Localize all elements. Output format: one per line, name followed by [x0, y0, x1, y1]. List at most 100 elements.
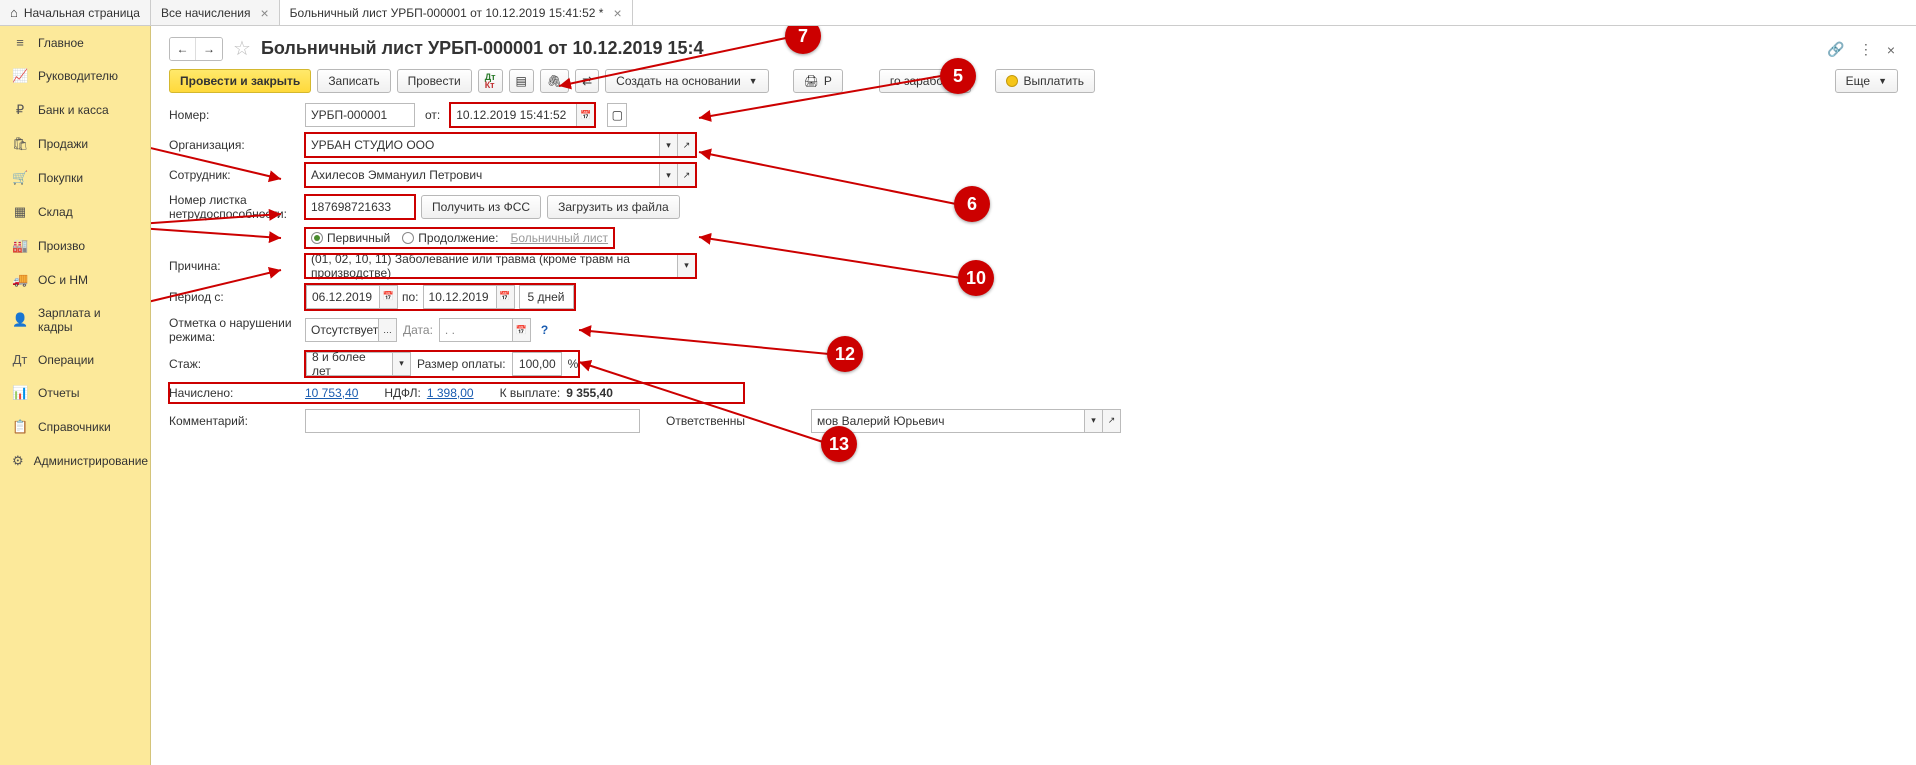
sidebar-item-admin[interactable]: ⚙Администрирование	[0, 444, 150, 478]
grid-icon: ▦	[12, 204, 28, 220]
tab-all-accruals[interactable]: Все начисления ×	[151, 0, 280, 25]
period-to-field[interactable]: 10.12.2019📅	[423, 285, 515, 309]
sidebar-item-manager[interactable]: 📈 Руководителю	[0, 59, 150, 93]
reason-label: Причина:	[169, 259, 299, 273]
employee-field[interactable]: Ахилесов Эммануил Петрович ▾ ↗	[305, 163, 696, 187]
chart-icon: 📈	[12, 68, 28, 84]
value: . .	[440, 319, 512, 341]
create-based-on-button[interactable]: Создать на основании▼	[605, 69, 768, 93]
attachment-button[interactable]: 🖇	[540, 69, 569, 93]
sidebar-item-label: Отчеты	[38, 386, 79, 400]
sheet-number-label: Номер листка нетрудоспособности:	[169, 193, 299, 222]
organization-field[interactable]: УРБАН СТУДИО ООО ▾ ↗	[305, 133, 696, 157]
violation-date-field[interactable]: . .📅	[439, 318, 531, 342]
sidebar-item-label: Продажи	[38, 137, 88, 151]
sidebar-item-operations[interactable]: ДтОперации	[0, 343, 150, 376]
calendar-icon[interactable]: 📅	[576, 104, 594, 126]
sheet-number-field[interactable]: 187698721633	[305, 195, 415, 219]
date-field[interactable]: 10.12.2019 15:41:52 📅	[450, 103, 595, 127]
save-button[interactable]: Записать	[317, 69, 390, 93]
open-icon[interactable]: ↗	[1102, 410, 1120, 432]
nav-back-button[interactable]: ←	[170, 38, 196, 60]
document-button[interactable]: ▤	[509, 69, 534, 93]
accrued-link[interactable]: 10 753,40	[305, 386, 358, 400]
sidebar-item-bank[interactable]: ₽Банк и касса	[0, 93, 150, 127]
sick-leave-link[interactable]: Больничный лист	[510, 231, 608, 245]
sidebar-item-references[interactable]: 📋Справочники	[0, 410, 150, 444]
sidebar-item-main[interactable]: ≡Главное	[0, 26, 150, 59]
reason-field[interactable]: (01, 02, 10, 11) Заболевание или травма …	[305, 254, 696, 278]
sidebar-item-label: Склад	[38, 205, 73, 219]
value: 10.12.2019	[424, 286, 496, 308]
responsible-field[interactable]: мов Валерий Юрьевич ▾ ↗	[811, 409, 1121, 433]
sidebar-item-assets[interactable]: 🚚ОС и НМ	[0, 263, 150, 297]
comment-field[interactable]	[305, 409, 640, 433]
sidebar-item-warehouse[interactable]: ▦ Склад	[0, 195, 150, 229]
responsible-label: Ответственны	[666, 414, 745, 428]
note-icon[interactable]: ▢	[607, 103, 627, 127]
pay-size-field[interactable]: 100,00	[512, 352, 562, 376]
ndfl-link[interactable]: 1 398,00	[427, 386, 474, 400]
sidebar-item-label: Справочники	[38, 420, 111, 434]
movements-button[interactable]: ДтКт	[478, 69, 503, 93]
radio-continuation[interactable]: Продолжение:	[402, 231, 498, 245]
get-from-fss-button[interactable]: Получить из ФСС	[421, 195, 541, 219]
sidebar-item-salary[interactable]: 👤Зарплата и кадры	[0, 297, 150, 343]
accrued-label: Начислено:	[169, 386, 299, 400]
pay-button[interactable]: Выплатить	[995, 69, 1095, 93]
sidebar-item-label: Покупки	[38, 171, 83, 185]
tab-bar: ⌂ Начальная страница Все начисления × Бо…	[0, 0, 1916, 26]
related-button[interactable]: ⇄	[575, 69, 599, 93]
calendar-icon[interactable]: 📅	[379, 286, 397, 308]
link-icon[interactable]: 🔗	[1824, 38, 1847, 61]
close-icon[interactable]: ×	[260, 5, 268, 21]
employee-label: Сотрудник:	[169, 168, 299, 182]
topay-value: 9 355,40	[566, 386, 613, 400]
open-icon[interactable]: ↗	[677, 164, 695, 186]
kebab-icon[interactable]: ⋮	[1856, 38, 1876, 61]
factory-icon: 🏭	[12, 238, 28, 254]
percent-label: %	[568, 357, 579, 371]
sidebar-item-reports[interactable]: 📊Отчеты	[0, 376, 150, 410]
ellipsis-icon[interactable]: …	[378, 319, 396, 341]
radio-primary[interactable]: Первичный	[311, 231, 390, 245]
pay-size-label: Размер оплаты:	[417, 357, 506, 371]
stage-field[interactable]: 8 и более лет▾	[306, 352, 411, 376]
org-label: Организация:	[169, 138, 299, 152]
load-from-file-button[interactable]: Загрузить из файла	[547, 195, 680, 219]
favorite-star-icon[interactable]: ☆	[233, 36, 251, 61]
dropdown-icon[interactable]: ▾	[659, 164, 677, 186]
dropdown-icon[interactable]: ▾	[659, 134, 677, 156]
value: УРБП-000001	[311, 108, 387, 122]
nav-forward-button[interactable]: →	[196, 38, 222, 60]
post-button[interactable]: Провести	[397, 69, 472, 93]
title-actions: 🔗 ⋮ ×	[1824, 38, 1898, 61]
more-button[interactable]: Еще▼	[1835, 69, 1898, 93]
sidebar-item-label: Руководителю	[38, 69, 118, 83]
violation-label: Отметка о нарушении режима:	[169, 316, 299, 345]
close-icon[interactable]: ×	[613, 5, 621, 21]
number-field[interactable]: УРБП-000001	[305, 103, 415, 127]
btn-label: Создать на основании	[616, 74, 741, 88]
sidebar-item-production[interactable]: 🏭Произво	[0, 229, 150, 263]
dropdown-icon[interactable]: ▾	[677, 255, 695, 277]
radio-label: Продолжение:	[418, 231, 498, 245]
sidebar-item-sales[interactable]: 🛍Продажи	[0, 127, 150, 161]
calendar-icon[interactable]: 📅	[496, 286, 514, 308]
help-icon[interactable]: ?	[541, 323, 548, 337]
tab-home[interactable]: ⌂ Начальная страница	[0, 0, 151, 25]
open-icon[interactable]: ↗	[677, 134, 695, 156]
close-page-icon[interactable]: ×	[1884, 39, 1898, 61]
print-reference-button[interactable]: 🖨 Р	[793, 69, 843, 93]
dropdown-icon[interactable]: ▾	[392, 353, 410, 375]
tab-document[interactable]: Больничный лист УРБП-000001 от 10.12.201…	[280, 0, 633, 25]
reason-value: (01, 02, 10, 11) Заболевание или травма …	[306, 255, 677, 277]
period-from-field[interactable]: 06.12.2019📅	[306, 285, 398, 309]
tab-label: Начальная страница	[24, 6, 140, 20]
dtkt-icon: Дт	[12, 352, 28, 367]
post-and-close-button[interactable]: Провести и закрыть	[169, 69, 311, 93]
dropdown-icon[interactable]: ▾	[1084, 410, 1102, 432]
calendar-icon[interactable]: 📅	[512, 319, 530, 341]
violation-field[interactable]: Отсутствует…	[305, 318, 397, 342]
sidebar-item-purchases[interactable]: 🛒Покупки	[0, 161, 150, 195]
